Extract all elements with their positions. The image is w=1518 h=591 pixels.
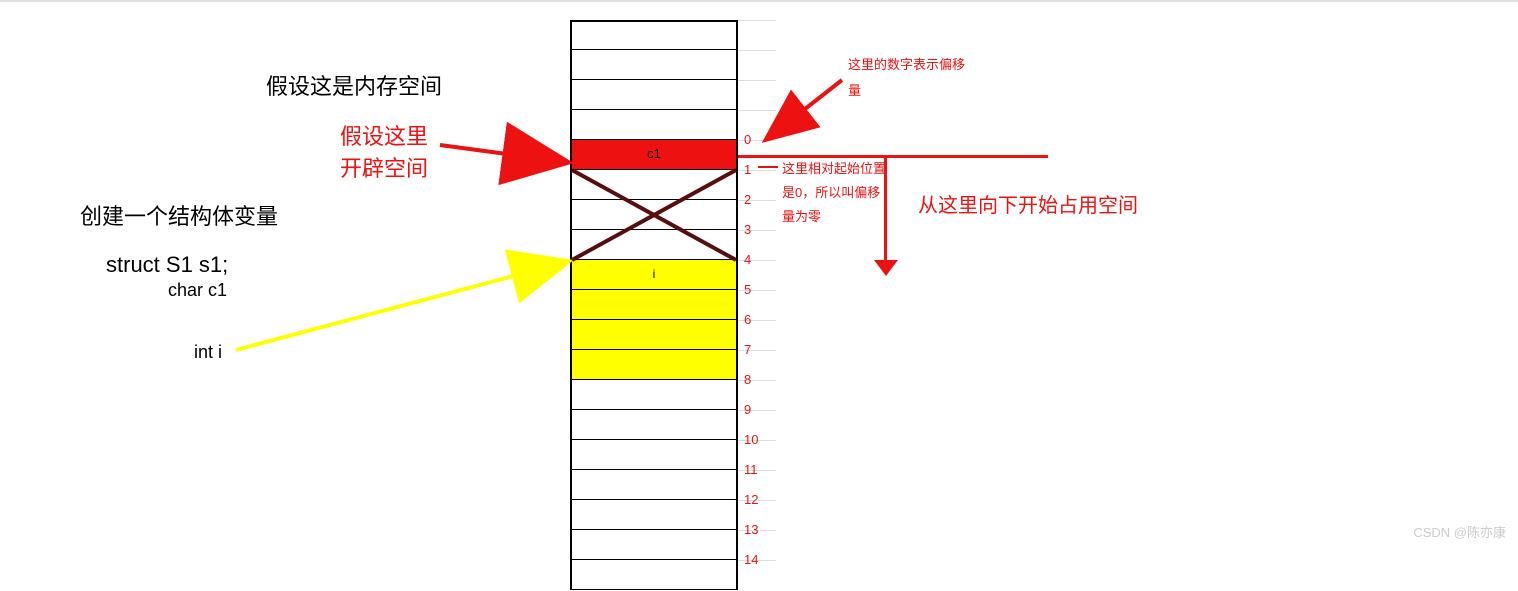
- memory-cell: i: [570, 260, 738, 290]
- rel-start-line1: 这里相对起始位置: [782, 160, 886, 178]
- memory-cell: [570, 380, 738, 410]
- memory-cell: [570, 50, 738, 80]
- memory-cell: [570, 20, 738, 50]
- arrow-offset-meaning: [768, 80, 842, 138]
- offset-meaning-line1: 这里的数字表示偏移: [848, 56, 965, 74]
- int-i-label: int i: [194, 340, 222, 365]
- rel-start-line2: 是0，所以叫偏移: [782, 184, 880, 202]
- offset-number: 7: [744, 342, 751, 357]
- char-c1-label: char c1: [168, 278, 227, 303]
- memory-cell: [570, 110, 738, 140]
- memory-cell: [570, 410, 738, 440]
- memory-cell: [570, 200, 738, 230]
- assume-here-line2: 开辟空间: [340, 154, 428, 185]
- from-here-down-label: 从这里向下开始占用空间: [918, 192, 1138, 220]
- offset-number: 12: [744, 492, 758, 507]
- memory-cell: [570, 560, 738, 590]
- offset-number: 3: [744, 222, 751, 237]
- memory-cell: [570, 470, 738, 500]
- top-divider: [0, 0, 1518, 2]
- offset-number: 4: [744, 252, 751, 267]
- offset-number: 6: [744, 312, 751, 327]
- gray-row: [738, 50, 776, 81]
- connector-to-annotation: [758, 166, 778, 168]
- memory-cell: [570, 320, 738, 350]
- offset-number: 13: [744, 522, 758, 537]
- offset-number: 8: [744, 372, 751, 387]
- offset-number: 0: [744, 132, 751, 147]
- down-arrow-head: [874, 260, 898, 276]
- memory-cell: [570, 230, 738, 260]
- arrow-assume-to-c1: [440, 145, 566, 162]
- create-struct-label: 创建一个结构体变量: [80, 202, 278, 233]
- offset-number: 11: [744, 462, 758, 477]
- memory-cell: [570, 350, 738, 380]
- gray-row: [738, 80, 776, 111]
- rel-start-line3: 量为零: [782, 208, 821, 226]
- memory-cell: [570, 500, 738, 530]
- memory-cell: [570, 440, 738, 470]
- start-line: [738, 155, 1048, 158]
- memory-cell: [570, 170, 738, 200]
- struct-decl-label: struct S1 s1;: [106, 250, 228, 281]
- assume-here-line1: 假设这里: [340, 122, 428, 153]
- diagram-stage: { "labels": { "title": "假设这是内存空间", "assu…: [0, 0, 1518, 549]
- memory-cell: [570, 530, 738, 560]
- memory-cell: [570, 290, 738, 320]
- memory-cell: c1: [570, 140, 738, 170]
- offset-number: 5: [744, 282, 751, 297]
- arrow-inti-to-i: [236, 262, 566, 350]
- offset-meaning-line2: 量: [848, 82, 861, 100]
- memory-column: c1 i: [570, 20, 738, 590]
- down-arrow-shaft: [884, 155, 887, 265]
- gray-row: [738, 20, 776, 51]
- offset-number: 1: [744, 162, 751, 177]
- offset-number: 2: [744, 192, 751, 207]
- offset-number: 14: [744, 552, 758, 567]
- memory-cell: [570, 80, 738, 110]
- offset-number: 10: [744, 432, 758, 447]
- watermark: CSDN @陈亦康: [1413, 522, 1506, 541]
- title-label: 假设这是内存空间: [266, 72, 442, 103]
- offset-number: 9: [744, 402, 751, 417]
